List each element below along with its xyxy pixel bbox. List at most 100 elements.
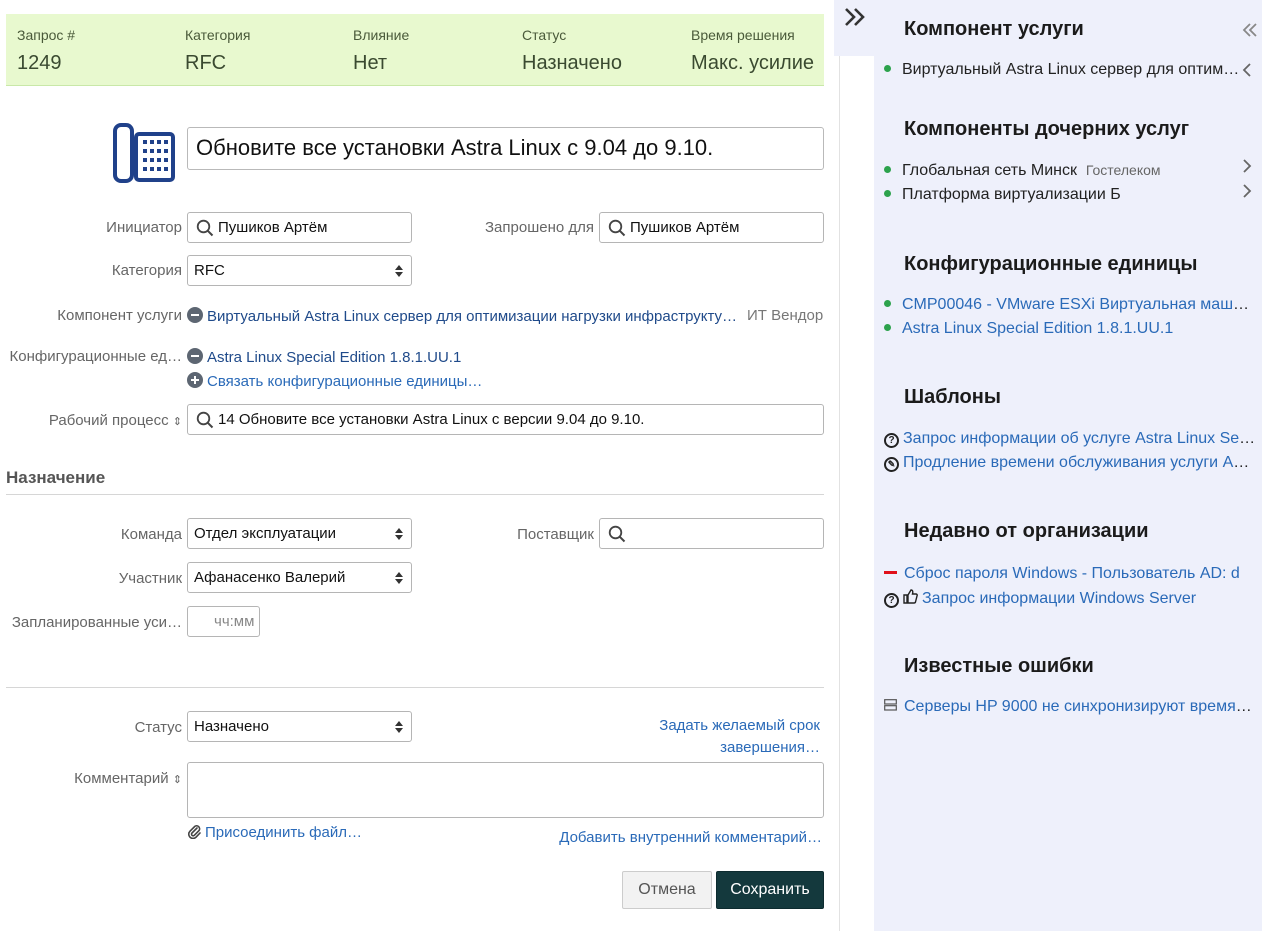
- template-link[interactable]: Запрос информации об услуге Astra Linux …: [903, 430, 1256, 447]
- wrench-icon: ✎: [884, 457, 899, 472]
- sort-arrows-icon: [395, 572, 403, 584]
- recent-request-item[interactable]: Сброс пароля Windows - Пользователь AD: …: [884, 565, 1256, 583]
- template-item[interactable]: ? Запрос информации об услуге Astra Linux…: [884, 430, 1256, 448]
- chevron-left-icon[interactable]: [1242, 63, 1252, 77]
- category-select[interactable]: RFC: [187, 255, 412, 286]
- status-dot-icon: [884, 65, 891, 72]
- sort-arrows-icon: [395, 721, 403, 733]
- known-error-link[interactable]: Серверы HP 9000 не синхронизируют время …: [904, 698, 1256, 715]
- template-link[interactable]: Продление времени обслуживания услуги As…: [903, 454, 1256, 471]
- request-form-panel: Запрос # 1249 Категория RFC Влияние Нет …: [0, 0, 840, 931]
- member-select[interactable]: Афанасенко Валерий: [187, 562, 412, 593]
- status-select[interactable]: Назначено: [187, 711, 412, 742]
- link-configuration-items-row[interactable]: Связать конфигурационные единицы…: [187, 372, 482, 390]
- cancel-button[interactable]: Отмена: [622, 871, 712, 909]
- request-summary-header: Запрос # 1249 Категория RFC Влияние Нет …: [6, 14, 824, 86]
- service-component-label: Компонент услуги: [57, 307, 182, 324]
- initiator-value: Пушиков Артём: [218, 219, 328, 236]
- comment-label-text: Комментарий: [74, 770, 169, 787]
- search-icon: [608, 219, 626, 237]
- status-dot-icon: [884, 190, 891, 197]
- child-component-name: Глобальная сеть Минск: [902, 162, 1077, 179]
- configuration-item[interactable]: CMP00046 - VMware ESXi Виртуальная машин…: [884, 296, 1256, 314]
- header-value: 1249: [17, 52, 62, 74]
- supplier-label: Поставщик: [517, 526, 594, 543]
- initiator-field[interactable]: Пушиков Артём: [187, 212, 412, 243]
- header-request-number: Запрос # 1249: [17, 14, 182, 86]
- add-icon: [187, 372, 203, 388]
- templates-title: Шаблоны: [904, 386, 1001, 408]
- double-chevron-right-icon[interactable]: [843, 6, 867, 28]
- header-value: Назначено: [522, 52, 622, 74]
- planned-effort-input[interactable]: чч:мм: [187, 606, 260, 637]
- paperclip-icon: [187, 825, 201, 840]
- known-errors-title: Известные ошибки: [904, 655, 1094, 677]
- context-sidebar: Компонент услуги Виртуальный Astra Linux…: [874, 0, 1262, 931]
- remove-icon[interactable]: [187, 348, 203, 364]
- member-label: Участник: [118, 570, 182, 587]
- service-component-link[interactable]: Виртуальный Astra Linux сервер для оптим…: [207, 308, 737, 325]
- question-icon: ?: [884, 593, 899, 608]
- header-impact: Влияние Нет: [353, 14, 518, 86]
- recent-request-link[interactable]: Сброс пароля Windows - Пользователь AD: …: [904, 565, 1240, 582]
- workflow-label: Рабочий процесс ⇕: [30, 412, 182, 429]
- category-label: Категория: [111, 262, 182, 279]
- chevron-right-icon[interactable]: [1242, 159, 1252, 173]
- recent-from-organization-title: Недавно от организации: [904, 520, 1149, 542]
- header-category: Категория RFC: [185, 14, 350, 86]
- recent-request-link[interactable]: Запрос информации Windows Server: [922, 590, 1196, 607]
- template-item[interactable]: ✎ Продление времени обслуживания услуги A…: [884, 454, 1256, 472]
- team-select[interactable]: Отдел эксплуатации: [187, 518, 412, 549]
- save-button[interactable]: Сохранить: [716, 871, 824, 909]
- requested-for-field[interactable]: Пушиков Артём: [599, 212, 824, 243]
- comment-textarea[interactable]: [187, 762, 824, 818]
- question-icon: ?: [884, 433, 899, 448]
- link-configuration-items-link[interactable]: Связать конфигурационные единицы…: [207, 373, 482, 390]
- initiator-label: Инициатор: [106, 219, 182, 236]
- known-error-item[interactable]: Серверы HP 9000 не синхронизируют время …: [884, 698, 1256, 716]
- child-component-provider: Гостелеком: [1085, 162, 1161, 178]
- double-chevron-left-icon[interactable]: [1242, 22, 1258, 38]
- status-value: Назначено: [194, 718, 269, 735]
- add-internal-comment-link[interactable]: Добавить внутренний комментарий…: [540, 829, 822, 846]
- configuration-item-link[interactable]: Astra Linux Special Edition 1.8.1.UU.1: [207, 349, 461, 366]
- configuration-items-title: Конфигурационные единицы: [904, 253, 1198, 275]
- high-impact-icon: [884, 571, 897, 574]
- desired-completion-link-line2: завершения…: [720, 739, 820, 756]
- recent-request-item[interactable]: ? Запрос информации Windows Server: [884, 589, 1256, 608]
- configuration-item-link[interactable]: CMP00046 - VMware ESXi Виртуальная машин…: [902, 296, 1256, 313]
- requested-for-value: Пушиков Артём: [630, 219, 740, 236]
- sidebar-toggle-strip[interactable]: [834, 0, 874, 56]
- child-component-item[interactable]: Платформа виртуализации Б: [884, 186, 1256, 204]
- header-label: Влияние: [353, 27, 410, 43]
- desired-completion-link[interactable]: Задать желаемый срок завершения…: [580, 715, 820, 759]
- header-label: Категория: [185, 27, 251, 43]
- workflow-field[interactable]: 14 Обновите все установки Astra Linux с …: [187, 404, 824, 435]
- chevron-right-icon[interactable]: [1242, 184, 1252, 198]
- request-subject-input[interactable]: Обновите все установки Astra Linux с 9.0…: [187, 127, 824, 170]
- section-divider: [6, 494, 824, 495]
- service-component-title: Компонент услуги: [904, 18, 1084, 40]
- attach-file-link[interactable]: Присоединить файл…: [205, 824, 362, 841]
- service-component-item[interactable]: Виртуальный Astra Linux сервер для оптим…: [884, 61, 1240, 79]
- search-icon: [608, 525, 626, 543]
- member-value: Афанасенко Валерий: [194, 569, 346, 586]
- remove-icon[interactable]: [187, 307, 203, 323]
- configuration-items-label: Конфигурационные ед…: [9, 348, 182, 365]
- configuration-item-link[interactable]: Astra Linux Special Edition 1.8.1.UU.1: [902, 320, 1173, 337]
- sort-arrows-icon: [395, 528, 403, 540]
- status-dot-icon: [884, 166, 891, 173]
- team-value: Отдел эксплуатации: [194, 525, 337, 542]
- header-value: Макс. усилие: [691, 52, 815, 74]
- supplier-field[interactable]: [599, 518, 824, 549]
- configuration-item[interactable]: Astra Linux Special Edition 1.8.1.UU.1: [884, 320, 1256, 338]
- child-component-item[interactable]: Глобальная сеть Минск Гостелеком: [884, 162, 1256, 180]
- child-component-name: Платформа виртуализации Б: [902, 186, 1121, 203]
- sort-arrows-icon: ⇕: [172, 416, 182, 428]
- search-icon: [196, 411, 214, 429]
- workflow-label-text: Рабочий процесс: [48, 412, 169, 429]
- phone-icon: [113, 123, 175, 183]
- child-components-title: Компоненты дочерних услуг: [904, 118, 1190, 140]
- attach-file-row[interactable]: Присоединить файл…: [187, 824, 362, 841]
- status-dot-icon: [884, 324, 891, 331]
